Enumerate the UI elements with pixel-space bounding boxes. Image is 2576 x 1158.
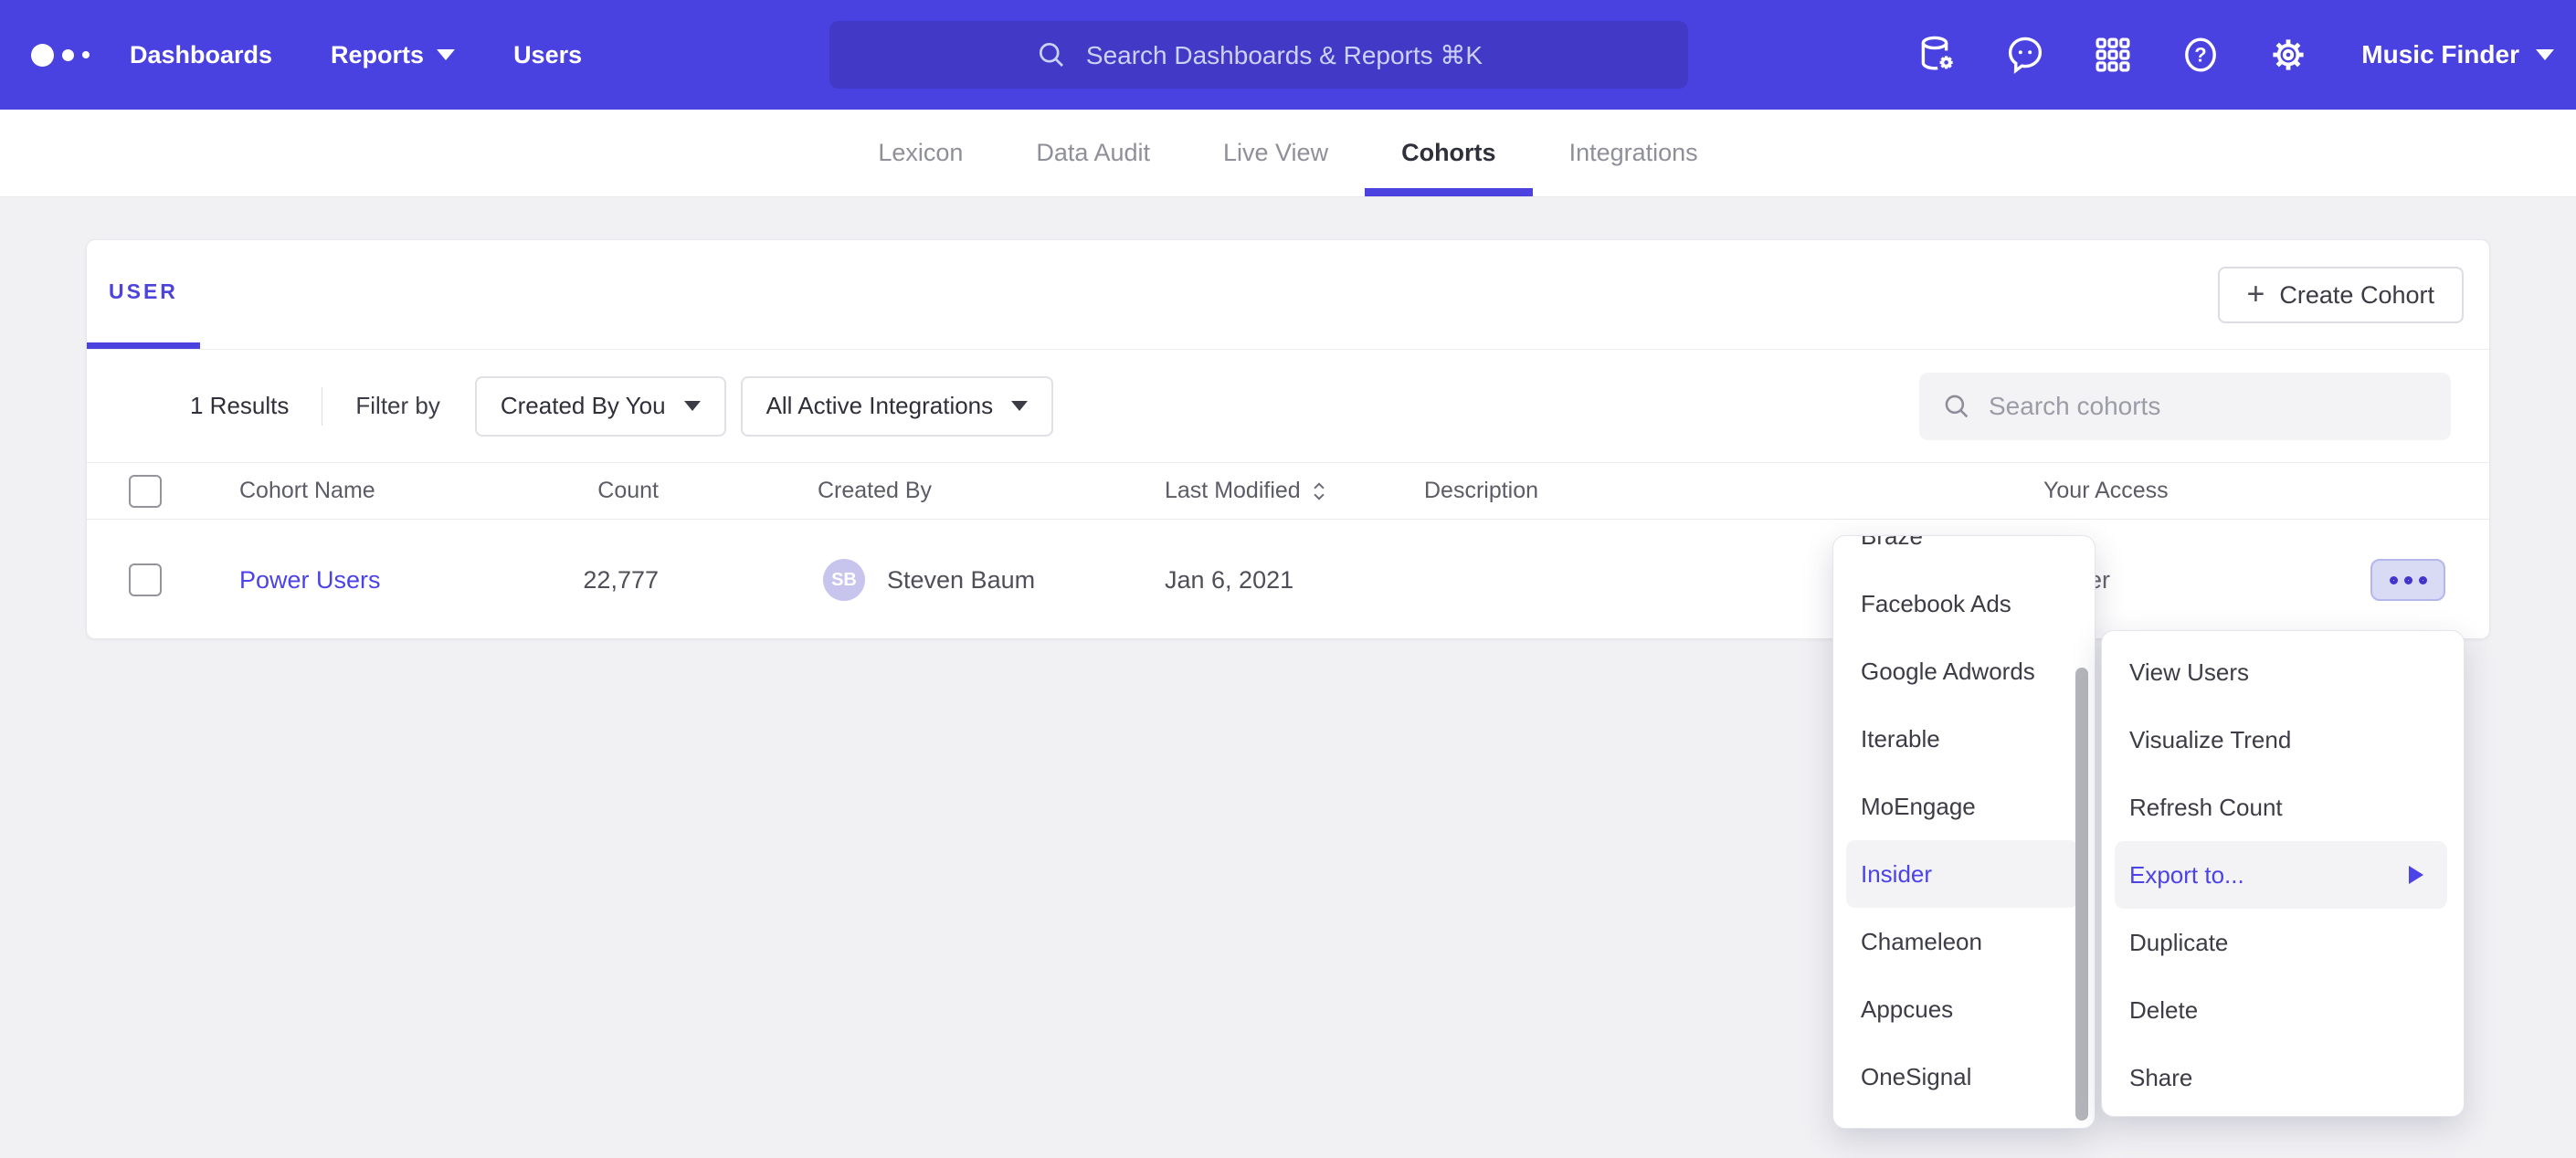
- created-by-filter-value: Created By You: [501, 392, 666, 420]
- column-header-created-by[interactable]: Created By: [818, 463, 932, 519]
- create-cohort-button[interactable]: + Create Cohort: [2218, 267, 2464, 323]
- column-header-description[interactable]: Description: [1424, 463, 1538, 519]
- avatar: SB: [823, 559, 865, 601]
- menu-item-visualize-trend[interactable]: Visualize Trend: [2102, 706, 2464, 774]
- integrations-filter-dropdown[interactable]: All Active Integrations: [741, 376, 1054, 437]
- cohorts-card: USER + Create Cohort 1 Results Filter by…: [86, 239, 2490, 639]
- cohort-name-link[interactable]: Power Users: [239, 566, 381, 595]
- more-options-icon: [2390, 576, 2398, 584]
- tab-cohorts[interactable]: Cohorts: [1365, 110, 1533, 196]
- filter-by-label: Filter by: [355, 392, 439, 420]
- created-by-filter-dropdown[interactable]: Created By You: [475, 376, 726, 437]
- global-search-bar[interactable]: Search Dashboards & Reports ⌘K: [829, 21, 1688, 89]
- nav-item-label: Dashboards: [130, 41, 272, 69]
- chevron-down-icon: [684, 401, 701, 411]
- tab-live-view[interactable]: Live View: [1187, 110, 1365, 196]
- create-cohort-label: Create Cohort: [2279, 281, 2434, 310]
- export-destinations-list: Braze Facebook Ads Google Adwords Iterab…: [1833, 535, 2095, 1111]
- plus-icon: +: [2247, 279, 2265, 310]
- global-search-placeholder: Search Dashboards & Reports ⌘K: [1086, 40, 1483, 70]
- column-header-label: Last Modified: [1165, 478, 1301, 504]
- feedback-icon[interactable]: [2003, 33, 2047, 77]
- more-options-button[interactable]: [2370, 559, 2445, 601]
- menu-item-duplicate[interactable]: Duplicate: [2102, 909, 2464, 976]
- table-header-row: Cohort Name Count Created By Last Modifi…: [87, 463, 2489, 520]
- last-modified-value: Jan 6, 2021: [1165, 520, 1293, 640]
- apps-grid-icon[interactable]: [2091, 33, 2135, 77]
- cohort-count-value: 22,777: [498, 520, 659, 640]
- submenu-item-moengage[interactable]: MoEngage: [1833, 773, 2095, 840]
- nav-item-label: Reports: [331, 41, 424, 69]
- tab-integrations[interactable]: Integrations: [1533, 110, 1735, 196]
- tab-lexicon[interactable]: Lexicon: [841, 110, 999, 196]
- mixpanel-logo[interactable]: [31, 44, 90, 67]
- data-settings-icon[interactable]: [1916, 33, 1959, 77]
- column-header-last-modified[interactable]: Last Modified: [1165, 463, 1326, 519]
- submenu-item-braze[interactable]: Braze: [1833, 535, 2095, 570]
- submenu-item-insider[interactable]: Insider: [1846, 840, 2078, 908]
- menu-item-refresh-count[interactable]: Refresh Count: [2102, 774, 2464, 841]
- filter-bar: 1 Results Filter by Created By You All A…: [87, 350, 2489, 463]
- card-header: USER + Create Cohort: [87, 240, 2489, 350]
- submenu-item-facebook-ads[interactable]: Facebook Ads: [1833, 570, 2095, 637]
- nav-item-users[interactable]: Users: [513, 41, 582, 69]
- settings-gear-icon[interactable]: [2266, 33, 2310, 77]
- row-checkbox[interactable]: [129, 563, 162, 596]
- chevron-down-icon: [437, 49, 455, 60]
- top-navbar: Dashboards Reports Users Search Dashboar…: [0, 0, 2576, 110]
- navbar-right-cluster: ? Music Finder: [1916, 0, 2554, 110]
- submenu-item-chameleon[interactable]: Chameleon: [1833, 908, 2095, 975]
- created-by-cell: SB Steven Baum: [823, 520, 1035, 640]
- project-name: Music Finder: [2361, 40, 2519, 69]
- tab-user-cohorts[interactable]: USER: [87, 240, 200, 349]
- help-icon[interactable]: ?: [2179, 33, 2222, 77]
- cohort-search-input[interactable]: [1989, 392, 2429, 421]
- page-body: USER + Create Cohort 1 Results Filter by…: [0, 197, 2576, 639]
- cohort-search-field[interactable]: [1919, 373, 2451, 440]
- menu-item-share[interactable]: Share: [2102, 1044, 2464, 1111]
- search-icon: [1035, 38, 1068, 71]
- column-header-count[interactable]: Count: [498, 463, 659, 519]
- submenu-arrow-icon: [2409, 866, 2423, 884]
- data-management-subnav: Lexicon Data Audit Live View Cohorts Int…: [0, 110, 2576, 197]
- chevron-down-icon: [2536, 49, 2554, 60]
- menu-item-delete[interactable]: Delete: [2102, 976, 2464, 1044]
- submenu-item-iterable[interactable]: Iterable: [1833, 705, 2095, 773]
- select-all-checkbox[interactable]: [129, 475, 162, 508]
- cohort-context-menu-list: View Users Visualize Trend Refresh Count…: [2102, 638, 2464, 1111]
- menu-item-view-users[interactable]: View Users: [2102, 638, 2464, 706]
- nav-item-reports[interactable]: Reports: [331, 41, 455, 69]
- logo-dot-medium: [62, 49, 74, 61]
- column-header-cohort-name[interactable]: Cohort Name: [239, 463, 375, 519]
- column-header-your-access[interactable]: Your Access: [2043, 463, 2169, 519]
- created-by-name: Steven Baum: [887, 566, 1035, 595]
- table-row: Power Users 22,777 SB Steven Baum Jan 6,…: [87, 520, 2489, 640]
- logo-dot-large: [31, 44, 54, 67]
- project-switcher[interactable]: Music Finder: [2361, 40, 2554, 69]
- submenu-item-google-adwords[interactable]: Google Adwords: [1833, 637, 2095, 705]
- export-destinations-submenu: Braze Facebook Ads Google Adwords Iterab…: [1832, 535, 2096, 1129]
- submenu-scrollbar-thumb[interactable]: [2075, 668, 2088, 1121]
- results-count: 1 Results: [190, 392, 289, 420]
- submenu-item-onesignal[interactable]: OneSignal: [1833, 1043, 2095, 1111]
- sort-icon[interactable]: [1312, 480, 1326, 502]
- logo-dot-small: [82, 51, 90, 58]
- nav-item-dashboards[interactable]: Dashboards: [130, 41, 272, 69]
- menu-item-export-to[interactable]: Export to...: [2115, 841, 2447, 909]
- search-icon: [1941, 391, 1972, 422]
- integrations-filter-value: All Active Integrations: [766, 392, 994, 420]
- menu-item-label: Export to...: [2129, 861, 2244, 890]
- svg-text:?: ?: [2195, 44, 2207, 67]
- submenu-item-appcues[interactable]: Appcues: [1833, 975, 2095, 1043]
- tab-data-audit[interactable]: Data Audit: [999, 110, 1187, 196]
- nav-item-label: Users: [513, 41, 582, 69]
- cohort-context-menu: View Users Visualize Trend Refresh Count…: [2101, 630, 2465, 1117]
- chevron-down-icon: [1011, 401, 1028, 411]
